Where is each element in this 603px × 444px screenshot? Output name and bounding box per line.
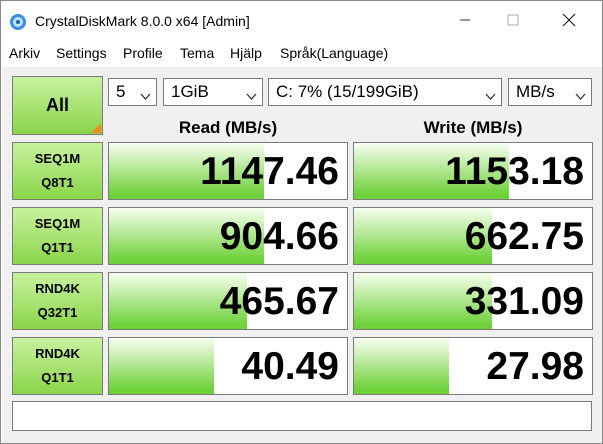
comment-field[interactable]	[12, 401, 592, 431]
title-bar: CrystalDiskMark 8.0.0 x64 [Admin]	[1, 1, 602, 41]
all-button-label: All	[45, 95, 69, 115]
write-value: 27.98	[486, 345, 584, 388]
write-value: 331.09	[464, 280, 584, 323]
test-queue: Q1T1	[41, 240, 74, 255]
dropdown-arrow-icon	[485, 87, 496, 100]
write-result: 27.98	[353, 337, 593, 395]
unit-value: MB/s	[516, 82, 555, 101]
menu-arkiv[interactable]: Arkiv	[9, 45, 40, 61]
minimize-icon	[459, 13, 471, 31]
read-result: 1147.46	[108, 142, 348, 200]
read-value: 1147.46	[200, 150, 339, 193]
maximize-icon	[507, 13, 519, 31]
read-result: 40.49	[108, 337, 348, 395]
test-button-rnd4k-q32t1[interactable]: RND4K Q32T1	[12, 272, 103, 330]
menu-settings[interactable]: Settings	[56, 45, 107, 61]
write-value: 662.75	[464, 215, 584, 258]
test-name: SEQ1M	[34, 216, 81, 231]
test-size-value: 1GiB	[171, 82, 209, 101]
close-icon	[562, 13, 576, 32]
read-bar	[109, 338, 214, 394]
main-panel: All 5 1GiB C: 7% (15/199GiB) MB/s Read (…	[2, 67, 602, 443]
read-result: 904.66	[108, 207, 348, 265]
test-count-value: 5	[116, 82, 126, 101]
menu-bar: Arkiv Settings Profile Tema Hjälp Språk(…	[1, 41, 602, 65]
app-window: CrystalDiskMark 8.0.0 x64 [Admin] Arkiv …	[0, 0, 603, 444]
corner-marker	[91, 123, 101, 133]
test-name: SEQ1M	[34, 151, 81, 166]
unit-select[interactable]: MB/s	[508, 78, 592, 106]
menu-language[interactable]: Språk(Language)	[280, 45, 388, 61]
read-result: 465.67	[108, 272, 348, 330]
window-title: CrystalDiskMark 8.0.0 x64 [Admin]	[35, 13, 250, 29]
test-button-seq1m-q8t1[interactable]: SEQ1M Q8T1	[12, 142, 103, 200]
dropdown-arrow-icon	[140, 87, 151, 100]
test-size-select[interactable]: 1GiB	[163, 78, 263, 106]
app-icon	[9, 13, 27, 31]
all-button[interactable]: All	[12, 76, 103, 135]
write-result: 1153.18	[353, 142, 593, 200]
read-header: Read (MB/s)	[178, 118, 278, 137]
test-queue: Q32T1	[37, 305, 78, 320]
maximize-button[interactable]	[497, 9, 529, 35]
dropdown-arrow-icon	[246, 87, 257, 100]
minimize-button[interactable]	[449, 9, 481, 35]
dropdown-arrow-icon	[575, 87, 586, 100]
test-name: RND4K	[35, 346, 80, 361]
read-value: 465.67	[219, 280, 339, 323]
test-queue: Q1T1	[41, 370, 74, 385]
test-count-select[interactable]: 5	[108, 78, 157, 106]
write-result: 662.75	[353, 207, 593, 265]
read-value: 40.49	[241, 345, 339, 388]
write-header: Write (MB/s)	[423, 118, 523, 137]
close-button[interactable]	[553, 9, 585, 35]
test-button-seq1m-q1t1[interactable]: SEQ1M Q1T1	[12, 207, 103, 265]
menu-profile[interactable]: Profile	[123, 45, 163, 61]
write-value: 1153.18	[445, 150, 584, 193]
write-bar	[354, 338, 450, 394]
drive-value: C: 7% (15/199GiB)	[276, 82, 419, 101]
drive-select[interactable]: C: 7% (15/199GiB)	[268, 78, 502, 106]
menu-hjalp[interactable]: Hjälp	[230, 45, 262, 61]
write-result: 331.09	[353, 272, 593, 330]
test-button-rnd4k-q1t1[interactable]: RND4K Q1T1	[12, 337, 103, 395]
menu-tema[interactable]: Tema	[180, 45, 214, 61]
test-queue: Q8T1	[41, 175, 74, 190]
test-name: RND4K	[35, 281, 80, 296]
read-value: 904.66	[219, 215, 339, 258]
